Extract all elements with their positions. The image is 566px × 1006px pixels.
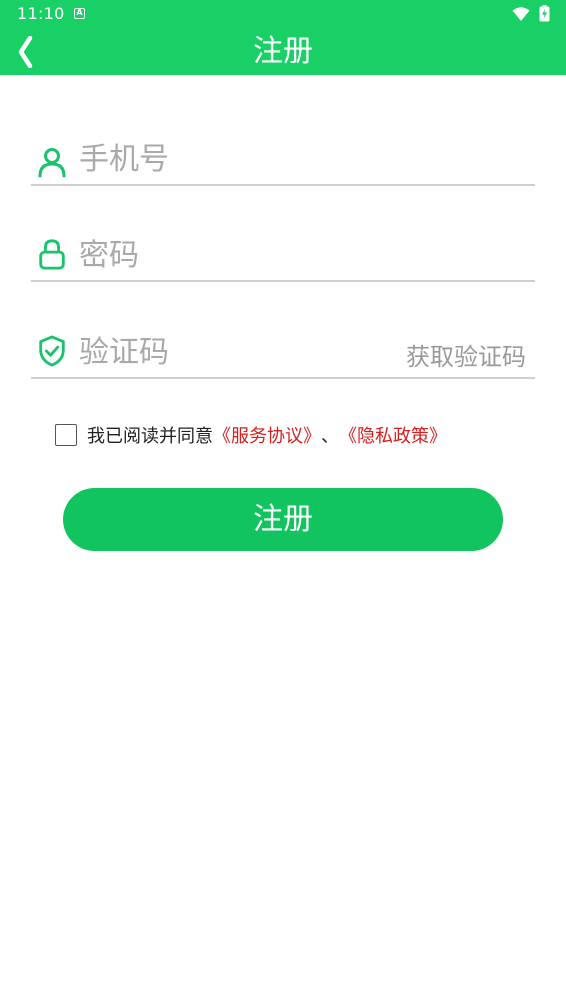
agreement-row: 我已阅读并同意 《服务协议》 、 《隐私政策》 — [55, 422, 447, 448]
service-agreement-link[interactable]: 《服务协议》 — [213, 422, 321, 448]
get-code-button[interactable]: 获取验证码 — [406, 337, 526, 372]
agree-checkbox[interactable] — [55, 424, 77, 446]
status-time: 11:10 — [17, 4, 65, 23]
page-title: 注册 — [253, 34, 313, 69]
battery-charging-icon — [539, 5, 550, 22]
password-input[interactable] — [79, 230, 379, 280]
status-bar: 11:10 A — [0, 0, 566, 28]
agreement-prefix: 我已阅读并同意 — [87, 426, 213, 447]
a-badge-icon: A — [74, 8, 85, 19]
register-screen: 11:10 A 注册 手机号 验证码 获取验证码 我已阅读并同意 《服务协议》 … — [0, 0, 566, 1006]
shield-check-icon — [39, 335, 65, 367]
wifi-icon — [512, 7, 530, 21]
password-field — [31, 230, 535, 282]
verification-code-input[interactable] — [79, 327, 379, 377]
agreement-separator: 、 — [321, 426, 339, 447]
lock-icon — [39, 239, 65, 270]
phone-input[interactable] — [79, 134, 379, 184]
app-header: 11:10 A 注册 — [0, 0, 566, 75]
phone-field — [31, 134, 535, 186]
verification-code-field: 获取验证码 — [31, 327, 535, 379]
user-icon — [38, 148, 66, 178]
privacy-policy-link[interactable]: 《隐私政策》 — [339, 422, 447, 448]
register-button[interactable]: 注册 — [63, 488, 503, 551]
